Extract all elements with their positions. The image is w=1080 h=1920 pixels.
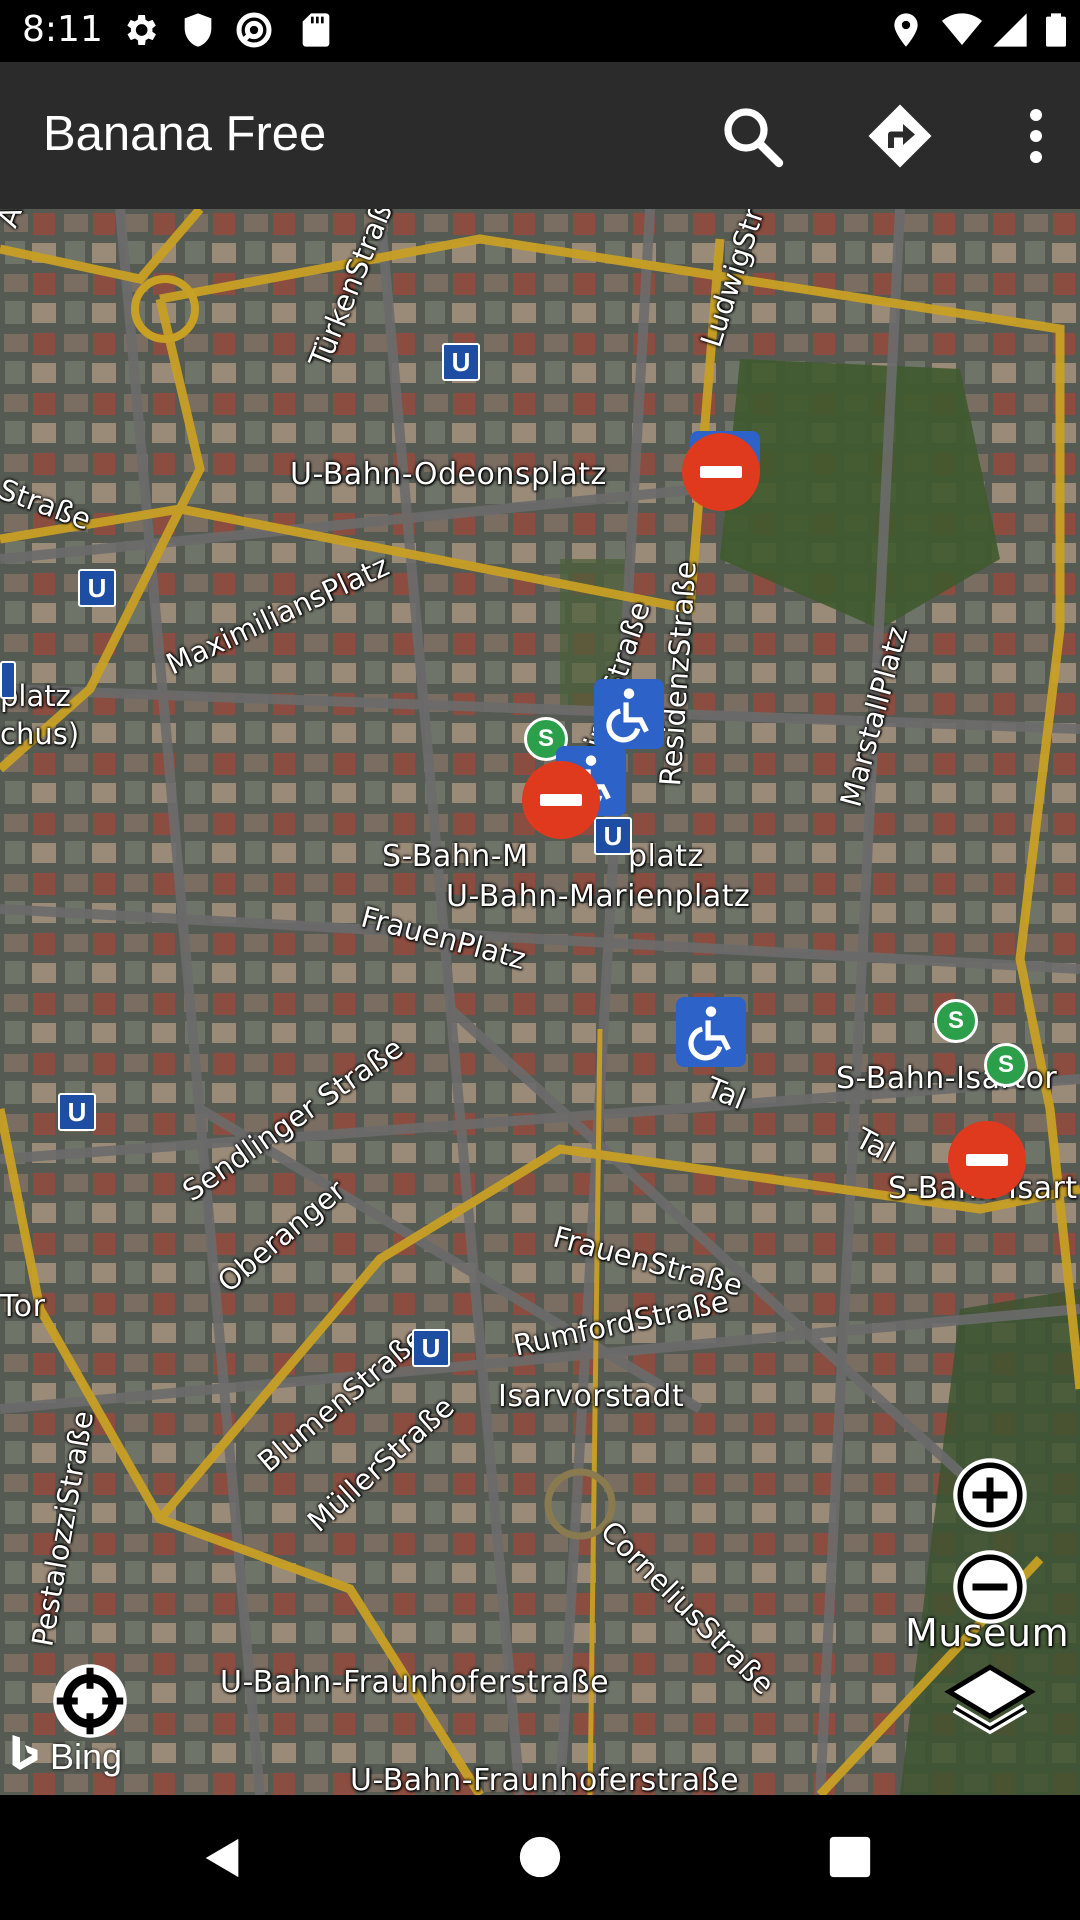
shield-icon: [184, 13, 212, 47]
wifi-icon: [942, 13, 982, 46]
bing-attribution: Bing: [10, 1735, 122, 1778]
station-label: U-Bahn-Fraunhoferstraße: [350, 1763, 740, 1795]
zoom-in-icon[interactable]: [948, 1453, 1032, 1537]
home-icon[interactable]: [518, 1835, 562, 1879]
bing-label: Bing: [50, 1736, 123, 1777]
map-view[interactable]: TürkenStraße LudwigStr Straße Maximilian…: [0, 209, 1080, 1795]
street-label: Tor: [0, 1289, 46, 1324]
station-label: S-Bahn-M: [382, 839, 529, 874]
ubahn-marker[interactable]: U: [78, 569, 116, 607]
sbahn-marker[interactable]: S: [934, 999, 978, 1043]
directions-icon[interactable]: [864, 100, 936, 172]
app-bar: Banana Free: [0, 62, 1080, 209]
no-entry-marker[interactable]: [682, 433, 760, 511]
station-label: U-Bahn-Fraunhoferstraße: [220, 1665, 610, 1700]
district-label: Isarvorstadt: [498, 1379, 685, 1414]
station-label: U-Bahn-Marienplatz: [446, 879, 751, 914]
street-label: chus): [0, 717, 80, 751]
location-icon: [894, 13, 918, 47]
sd-card-icon: [302, 13, 330, 47]
navigation-bar: [0, 1795, 1080, 1920]
recents-icon[interactable]: [828, 1835, 872, 1879]
satellite-map-base: [0, 209, 1080, 1795]
search-icon[interactable]: [716, 100, 788, 172]
no-entry-marker[interactable]: [948, 1121, 1026, 1199]
my-location-icon[interactable]: [48, 1659, 132, 1743]
ubahn-marker[interactable]: U: [594, 817, 632, 855]
settings-icon: [127, 15, 156, 45]
ubahn-marker[interactable]: [0, 661, 16, 699]
battery-icon: [1046, 13, 1066, 47]
ubahn-marker[interactable]: U: [412, 1329, 450, 1367]
status-bar: 8:11: [0, 0, 1080, 62]
wheelchair-icon: [688, 1006, 731, 1061]
wheelchair-icon: [606, 688, 649, 743]
more-vert-icon[interactable]: [1000, 100, 1072, 172]
status-time: 8:11: [22, 9, 103, 50]
zoom-out-icon[interactable]: [948, 1545, 1032, 1629]
bing-logo-icon: [12, 1735, 38, 1770]
vpn-icon: [236, 12, 272, 48]
app-title: Banana Free: [43, 107, 327, 161]
wheelchair-marker[interactable]: [676, 997, 746, 1067]
ubahn-marker[interactable]: U: [58, 1093, 96, 1131]
layers-icon[interactable]: [940, 1659, 1040, 1749]
station-label: U-Bahn-Odeonsplatz: [290, 457, 607, 492]
back-icon[interactable]: [200, 1835, 246, 1881]
ubahn-marker[interactable]: U: [442, 343, 480, 381]
wheelchair-marker[interactable]: [594, 679, 664, 749]
signal-icon: [993, 13, 1027, 47]
sbahn-marker[interactable]: S: [984, 1043, 1028, 1087]
no-entry-marker[interactable]: [522, 761, 600, 839]
station-label: platz: [628, 839, 704, 874]
